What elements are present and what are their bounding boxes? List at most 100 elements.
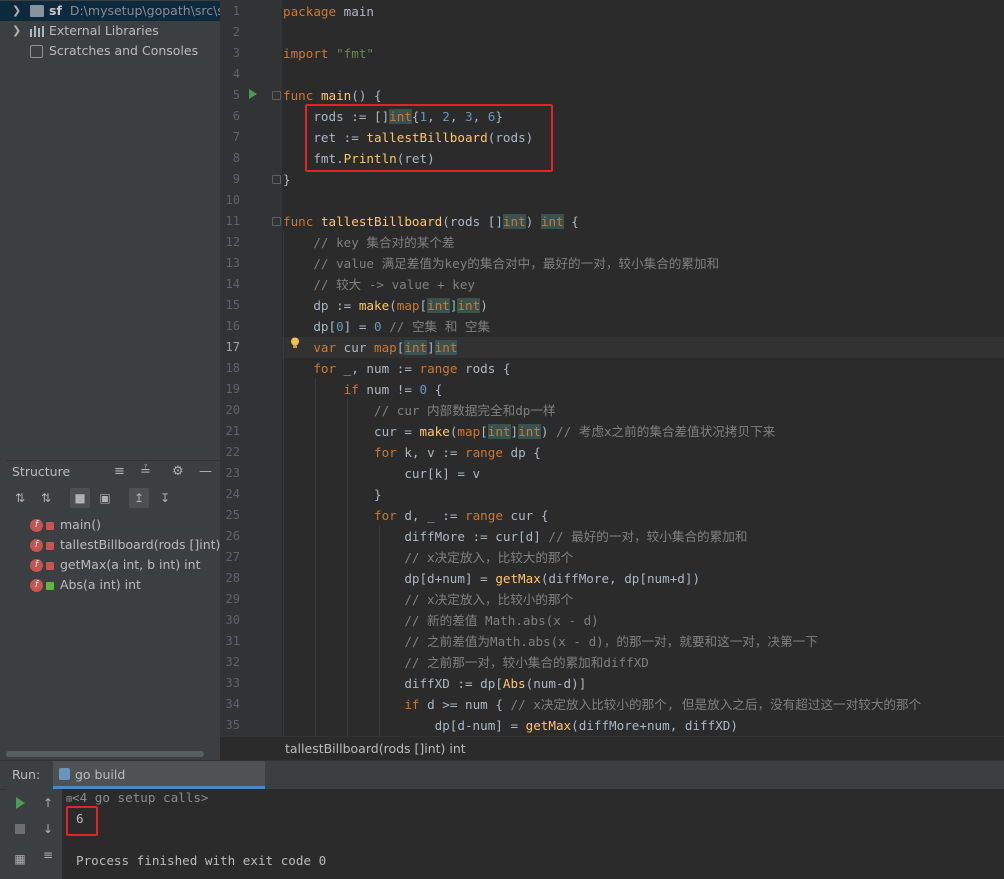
code-token: ] (427, 340, 435, 355)
autoscroll-to-source-icon[interactable]: ↥ (129, 488, 149, 508)
arrow-up-icon[interactable]: ↑ (40, 795, 56, 811)
structure-item-label: main() (60, 517, 101, 532)
line-number: 5 (232, 88, 240, 102)
show-fields-icon[interactable]: ▣ (95, 488, 115, 508)
code-line[interactable]: package main (283, 1, 374, 22)
code-token: for (313, 361, 337, 376)
structure-item-abs[interactable]: f Abs(a int) int (30, 575, 141, 595)
stop-icon[interactable] (12, 821, 28, 837)
sort-by-visibility-icon[interactable]: ⇅ (10, 488, 30, 508)
structure-item-main[interactable]: f main() (30, 515, 101, 535)
code-line[interactable]: if num != 0 { (283, 379, 443, 400)
code-line[interactable]: dp[d-num] = getMax(diffMore+num, diffXD) (283, 715, 738, 736)
code-token: k, v := (396, 445, 465, 460)
gear-icon[interactable]: ⚙ (172, 461, 184, 483)
code-line[interactable]: for k, v := range dp { (283, 442, 541, 463)
line-number: 28 (225, 571, 240, 585)
code-line[interactable]: if d >= num { // x决定放入比较小的那个, 但是放入之后，没有超… (283, 694, 921, 715)
code-line[interactable]: dp[d+num] = getMax(diffMore, dp[num+d]) (283, 568, 700, 589)
code-line[interactable]: // 新的差值 Math.abs(x - d) (283, 610, 598, 631)
code-line[interactable]: } (283, 169, 291, 190)
private-lock-icon (46, 541, 54, 550)
code-line[interactable]: func main() { (283, 85, 382, 106)
code-token: // key 集合对的某个差 (283, 235, 455, 250)
code-line[interactable]: // cur 内部数据完全和dp一样 (283, 400, 556, 421)
code-line[interactable]: // 之前差值为Math.abs(x - d)，的那一对，就要和这一对，决第一下 (283, 631, 818, 652)
code-token: getMax (525, 718, 572, 733)
chevron-right-icon[interactable]: ❯ (12, 1, 21, 21)
code-line[interactable]: // x决定放入，比较大的那个 (283, 547, 573, 568)
arrow-down-icon[interactable]: ↓ (40, 821, 56, 837)
layout-icon[interactable]: ▦ (12, 851, 28, 867)
code-token: ) (540, 424, 557, 439)
code-line[interactable]: dp[0] = 0 // 空集 和 空集 (283, 316, 490, 337)
line-number: 2 (232, 25, 240, 39)
line-number: 33 (225, 676, 240, 690)
line-number: 4 (232, 67, 240, 81)
function-icon: f (30, 579, 43, 592)
structure-scrollbar[interactable] (6, 751, 204, 757)
run-tab[interactable]: go build sf/newclass2/class022 (53, 761, 265, 809)
code-line[interactable]: for d, _ := range cur { (283, 505, 548, 526)
collapse-all-icon[interactable]: ≟ (140, 461, 151, 483)
code-line[interactable]: // x决定放入，比较小的那个 (283, 589, 573, 610)
code-token: range (465, 445, 503, 460)
tree-item-sf[interactable]: ❯ sf D:\mysetup\gopath\src\sf (0, 1, 220, 21)
code-line[interactable]: // key 集合对的某个差 (283, 232, 455, 253)
hide-icon[interactable]: — (199, 461, 212, 483)
breadcrumb-item[interactable]: tallestBillboard(rods []int) int (285, 737, 466, 761)
fold-icon[interactable] (272, 217, 281, 226)
code-token: { (563, 214, 579, 229)
private-lock-icon (46, 521, 54, 530)
expand-all-icon[interactable]: ≡ (114, 461, 125, 483)
run-gutter-icon[interactable] (249, 89, 257, 99)
soft-wrap-icon[interactable]: ≡ (40, 847, 56, 863)
fold-icon[interactable] (272, 91, 281, 100)
breadcrumb: tallestBillboard(rods []int) int (220, 736, 1004, 761)
code-line[interactable]: cur[k] = v (283, 463, 480, 484)
code-line[interactable]: } (283, 484, 382, 505)
code-line[interactable]: // 之前那一对，较小集合的累加和diffXD (283, 652, 649, 673)
autoscroll-from-source-icon[interactable]: ↧ (155, 488, 175, 508)
code-line[interactable]: // 较大 -> value + key (283, 274, 475, 295)
code-line[interactable]: diffMore := cur[d] // 最好的一对，较小集合的累加和 (283, 526, 747, 547)
structure-header: Structure ≡ ≟ ⚙ — (6, 461, 220, 483)
code-token: // 较大 -> value + key (283, 277, 475, 292)
tree-item-external-libraries[interactable]: ❯ External Libraries (0, 21, 220, 41)
code-line[interactable]: func tallestBillboard(rods []int) int { (283, 211, 579, 232)
line-number: 26 (225, 529, 240, 543)
sort-alphabetically-icon[interactable]: ⇅ (36, 488, 56, 508)
code-token: for (374, 445, 397, 460)
line-number: 20 (225, 403, 240, 417)
code-token: d >= num { (419, 697, 511, 712)
tree-item-scratches[interactable]: Scratches and Consoles (0, 41, 220, 61)
go-file-icon (59, 768, 70, 780)
code-line[interactable]: // value 满足差值为key的集合对中，最好的一对，较小集合的累加和 (283, 253, 719, 274)
chevron-right-icon[interactable]: ❯ (12, 21, 21, 41)
tree-item-label: External Libraries (49, 23, 159, 38)
structure-item-getmax[interactable]: f getMax(a int, b int) int (30, 555, 200, 575)
code-line[interactable]: var cur map[int]int (283, 337, 458, 358)
code-line[interactable]: diffXD := dp[Abs(num-d)] (283, 673, 586, 694)
code-line[interactable]: import "fmt" (283, 43, 374, 64)
code-token: ] (510, 424, 519, 439)
structure-item-label: tallestBillboard(rods []int) i (60, 537, 228, 552)
tree-item-label: Scratches and Consoles (49, 43, 199, 58)
fold-icon[interactable] (272, 175, 281, 184)
line-number: 8 (232, 151, 240, 165)
rerun-icon[interactable] (12, 795, 28, 811)
line-number: 34 (225, 697, 240, 711)
line-number: 16 (225, 319, 240, 333)
console-exit-message: Process finished with exit code 0 (76, 853, 327, 868)
code-token: range (419, 361, 458, 376)
code-line[interactable]: cur = make(map[int]int) // 考虑x之前的集合差值状况拷… (283, 421, 775, 442)
code-line[interactable]: dp := make(map[int]int) (283, 295, 488, 316)
show-non-public-icon[interactable]: ■ (70, 488, 90, 508)
line-number: 3 (232, 46, 240, 60)
code-line[interactable]: for _, num := range rods { (283, 358, 510, 379)
structure-item-tallestbillboard[interactable]: f tallestBillboard(rods []int) i (30, 535, 228, 555)
code-token: range (465, 508, 503, 523)
